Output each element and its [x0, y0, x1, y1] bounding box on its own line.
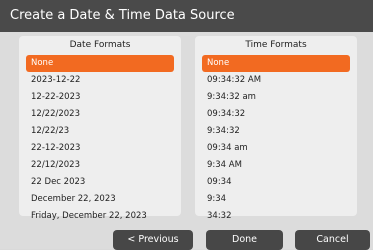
date-format-item[interactable]: 12/22/2023: [26, 106, 174, 123]
time-format-item[interactable]: 09:34 am: [202, 140, 350, 157]
time-format-item[interactable]: 9:34: [202, 191, 350, 208]
time-format-item[interactable]: 9:34:32: [202, 123, 350, 140]
time-format-item[interactable]: 9:34 AM: [202, 157, 350, 174]
time-format-item[interactable]: 9:34:32 am: [202, 89, 350, 106]
time-formats-header: Time Formats: [245, 40, 307, 50]
date-format-item[interactable]: 22/12/2023: [26, 157, 174, 174]
done-button[interactable]: Done: [206, 230, 283, 250]
time-formats-list: None 09:34:32 AM 9:34:32 am 09:34:32 9:3…: [202, 55, 350, 225]
date-format-item[interactable]: None: [26, 55, 174, 72]
date-format-item[interactable]: 2023-12-22: [26, 72, 174, 89]
date-format-item[interactable]: 22 Dec 2023: [26, 174, 174, 191]
date-formats-header: Date Formats: [69, 40, 131, 50]
cancel-button[interactable]: Cancel: [295, 230, 370, 250]
time-format-item[interactable]: 09:34:32 AM: [202, 72, 350, 89]
time-formats-panel: Time Formats None 09:34:32 AM 9:34:32 am…: [195, 36, 357, 221]
time-format-item[interactable]: 09:34: [202, 174, 350, 191]
date-format-item[interactable]: Friday, December 22, 2023: [26, 208, 174, 225]
date-format-item[interactable]: December 22, 2023: [26, 191, 174, 208]
date-formats-panel: Date Formats None 2023-12-22 12-22-2023 …: [19, 36, 181, 221]
date-format-item[interactable]: 12/22/23: [26, 123, 174, 140]
time-format-item[interactable]: 09:34:32: [202, 106, 350, 123]
dialog-title: Create a Date & Time Data Source: [0, 0, 373, 32]
date-format-item[interactable]: 22-12-2023: [26, 140, 174, 157]
date-formats-list: None 2023-12-22 12-22-2023 12/22/2023 12…: [26, 55, 174, 225]
previous-button[interactable]: < Previous: [113, 230, 193, 250]
time-format-item[interactable]: None: [202, 55, 350, 72]
date-format-item[interactable]: 12-22-2023: [26, 89, 174, 106]
time-format-item[interactable]: 34:32: [202, 208, 350, 225]
date-time-data-source-dialog: Create a Date & Time Data Source Date Fo…: [0, 0, 373, 250]
